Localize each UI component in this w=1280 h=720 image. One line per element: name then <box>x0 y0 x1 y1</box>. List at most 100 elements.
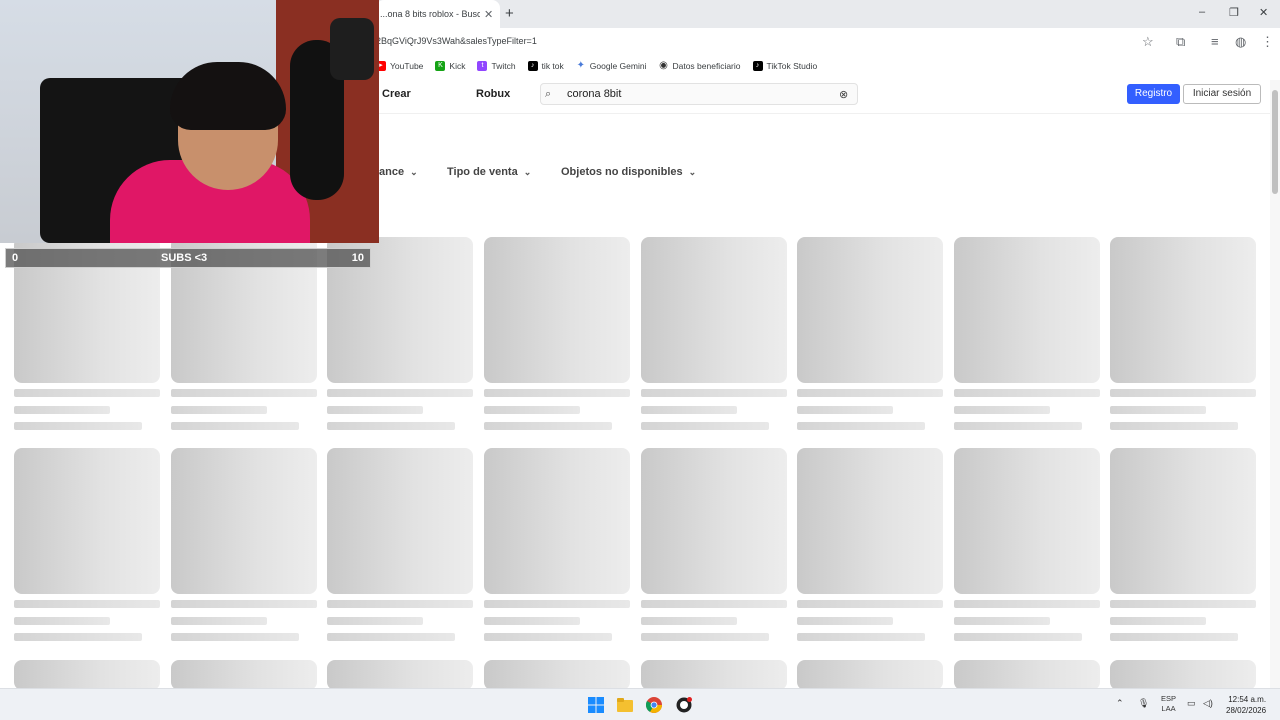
scrollbar-thumb[interactable] <box>1272 90 1278 194</box>
nav-crear[interactable]: Crear <box>382 88 411 100</box>
text-line-placeholder <box>1110 600 1256 608</box>
close-window-button[interactable]: ✕ <box>1259 6 1268 19</box>
item-card-placeholder[interactable] <box>641 237 787 383</box>
network-icon[interactable]: ▭ <box>1187 698 1196 709</box>
profile-avatar-icon[interactable]: ◍ <box>1235 34 1246 50</box>
login-button[interactable]: Iniciar sesión <box>1183 84 1261 104</box>
text-line-placeholder <box>14 406 110 414</box>
obs-icon[interactable] <box>676 697 692 713</box>
system-clock[interactable]: 12:54 a.m. 28/02/2026 <box>1226 694 1266 716</box>
extensions-icon[interactable]: ⧉ <box>1176 34 1185 50</box>
nav-robux[interactable]: Robux <box>476 88 510 100</box>
text-line-placeholder <box>484 633 612 641</box>
bookmark-label: TikTok Studio <box>766 61 818 71</box>
register-button[interactable]: Registro <box>1127 84 1180 104</box>
bookmark-star-icon[interactable]: ☆ <box>1142 34 1154 50</box>
item-card-placeholder[interactable] <box>641 448 787 594</box>
windows-start-icon[interactable] <box>588 697 604 713</box>
item-card-placeholder[interactable] <box>1110 237 1256 383</box>
text-line-placeholder <box>484 617 580 625</box>
item-card-placeholder[interactable] <box>14 448 160 594</box>
text-line-placeholder <box>14 617 110 625</box>
clock-date: 28/02/2026 <box>1226 706 1267 715</box>
text-line-placeholder <box>171 422 299 430</box>
close-tab-icon[interactable]: ✕ <box>484 8 493 21</box>
item-card-placeholder[interactable] <box>1110 660 1256 690</box>
text-line-placeholder <box>1110 406 1206 414</box>
restore-button[interactable]: ❐ <box>1229 6 1239 19</box>
item-card-placeholder[interactable] <box>797 660 943 690</box>
item-card-placeholder[interactable] <box>1110 448 1256 594</box>
chrome-icon[interactable] <box>646 697 662 713</box>
filter-sales-type-dropdown[interactable]: Tipo de venta ⌄ <box>447 166 531 178</box>
item-card-placeholder[interactable] <box>171 660 317 690</box>
file-explorer-icon[interactable] <box>617 697 633 713</box>
microphone-mount <box>330 18 374 80</box>
text-line-placeholder <box>641 389 787 397</box>
media-control-icon[interactable]: ≡ <box>1211 34 1219 49</box>
bookmark-twitch[interactable]: t Twitch <box>477 61 516 71</box>
text-line-placeholder <box>797 422 925 430</box>
bookmark-gemini[interactable]: ✦ Google Gemini <box>576 61 647 72</box>
filter-unavailable-dropdown[interactable]: Objetos no disponibles ⌄ <box>561 166 696 178</box>
text-line-placeholder <box>641 617 737 625</box>
minimize-button[interactable]: – <box>1199 6 1205 18</box>
item-card-placeholder[interactable] <box>954 448 1100 594</box>
item-card-placeholder[interactable] <box>797 237 943 383</box>
new-tab-button[interactable]: + <box>505 5 514 22</box>
bookmark-youtube[interactable]: ▸ YouTube <box>376 61 423 71</box>
bookmark-kick[interactable]: K Kick <box>435 61 465 71</box>
text-line-placeholder <box>954 617 1050 625</box>
clock-time: 12:54 a.m. <box>1228 695 1267 704</box>
bookmark-tiktok[interactable]: ♪ tik tok <box>527 61 564 71</box>
item-card-placeholder[interactable] <box>484 237 630 383</box>
tray-chevron-icon[interactable]: ⌃ <box>1116 698 1124 709</box>
language-indicator[interactable]: ESP LAA <box>1161 694 1176 714</box>
search-input[interactable]: corona 8bit <box>567 88 839 100</box>
text-line-placeholder <box>171 600 317 608</box>
page-scrollbar[interactable] <box>1270 80 1280 688</box>
subs-goal-bar: 0 SUBS <3 10 <box>5 248 371 268</box>
text-line-placeholder <box>641 600 787 608</box>
filter-label: Objetos no disponibles <box>561 166 683 178</box>
text-line-placeholder <box>954 389 1100 397</box>
tab-title: ...ona 8 bits roblox - Buscar c... <box>380 9 480 19</box>
search-bar[interactable]: ⌕ corona 8bit ⊗ <box>540 83 858 105</box>
url-field[interactable]: 2BqGViQrJ9Vs3Wah&salesTypeFilter=1 <box>376 36 537 46</box>
text-line-placeholder <box>327 617 423 625</box>
item-card-placeholder[interactable] <box>171 448 317 594</box>
text-line-placeholder <box>797 633 925 641</box>
text-line-placeholder <box>797 617 893 625</box>
item-card-placeholder[interactable] <box>954 660 1100 690</box>
language-layout: LAA <box>1161 704 1176 713</box>
bookmark-label: tik tok <box>541 61 564 71</box>
item-card-placeholder[interactable] <box>641 660 787 690</box>
item-card-placeholder[interactable] <box>327 448 473 594</box>
text-line-placeholder <box>327 389 473 397</box>
browser-tab[interactable]: ...ona 8 bits roblox - Buscar c... ✕ <box>376 0 500 28</box>
bookmark-tiktok-studio[interactable]: ♪ TikTok Studio <box>752 61 818 71</box>
text-line-placeholder <box>797 389 943 397</box>
bookmark-datos[interactable]: ◉ Datos beneficiario <box>658 61 740 72</box>
item-card-placeholder[interactable] <box>484 448 630 594</box>
text-line-placeholder <box>14 633 142 641</box>
item-card-placeholder[interactable] <box>14 660 160 690</box>
text-line-placeholder <box>1110 633 1238 641</box>
text-line-placeholder <box>1110 389 1256 397</box>
clear-search-icon[interactable]: ⊗ <box>839 88 853 101</box>
volume-icon[interactable]: ◁) <box>1203 698 1213 709</box>
item-card-placeholder[interactable] <box>327 660 473 690</box>
text-line-placeholder <box>327 600 473 608</box>
twitch-icon: t <box>477 61 488 71</box>
text-line-placeholder <box>797 600 943 608</box>
text-line-placeholder <box>641 633 769 641</box>
menu-icon[interactable]: ⋮ <box>1261 34 1274 50</box>
item-card-placeholder[interactable] <box>954 237 1100 383</box>
text-line-placeholder <box>171 406 267 414</box>
microphone-tray-icon[interactable]: 🎙 <box>1138 698 1149 709</box>
text-line-placeholder <box>14 422 142 430</box>
item-card-placeholder[interactable] <box>484 660 630 690</box>
filter-price-dropdown[interactable]: ance ⌄ <box>379 166 418 178</box>
item-card-placeholder[interactable] <box>797 448 943 594</box>
bookmarks-bar: ▸ YouTube K Kick t Twitch ♪ tik tok ✦ Go… <box>376 56 817 76</box>
